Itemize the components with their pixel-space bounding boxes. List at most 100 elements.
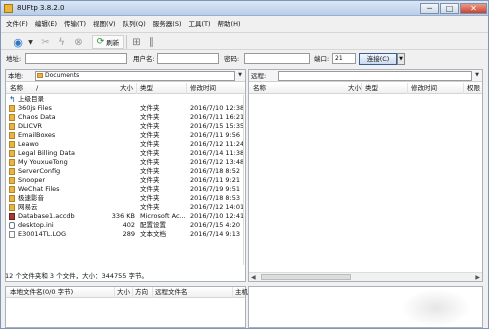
folder-icon — [9, 204, 15, 211]
list-item[interactable]: desktop.ini 402 配置设置 2016/7/15 4:20 — [6, 221, 246, 230]
chevron-down-icon[interactable]: ▼ — [473, 71, 481, 81]
database-file-icon — [9, 213, 15, 220]
col-modified[interactable]: 修改时间 — [411, 84, 437, 93]
column-divider — [186, 83, 187, 94]
local-path-label: 本地: — [8, 72, 24, 80]
connect-button[interactable]: 连接(C) — [359, 53, 397, 65]
refresh-icon: ⟳ — [96, 37, 105, 47]
remote-horizontal-scrollbar[interactable]: ◀ ▶ — [249, 272, 482, 281]
pause-icon[interactable]: ∥ — [147, 35, 156, 49]
close-button[interactable]: ✕ — [460, 3, 487, 14]
menu-queue[interactable]: 队列(Q) — [123, 18, 146, 30]
menu-bar: 文件(F) 编辑(E) 传输(T) 视图(V) 队列(Q) 服务器(S) 工具(… — [1, 18, 241, 30]
list-item[interactable]: 网易云 文件夹 2016/7/12 14:01 — [6, 203, 246, 212]
window-controls: ─ □ ✕ — [420, 3, 487, 14]
refresh-label: 刷新 — [106, 39, 120, 47]
disconnect-icon[interactable]: ✂ — [40, 35, 51, 49]
cancel-icon[interactable]: ⊗ — [73, 35, 84, 49]
list-item[interactable]: WeChat Files 文件夹 2016/7/19 9:51 — [6, 185, 246, 194]
folder-icon — [9, 132, 15, 139]
lightning-icon[interactable]: ϟ — [56, 35, 67, 49]
list-item[interactable]: EmailBoxes 文件夹 2016/7/11 9:56 — [6, 131, 246, 140]
username-input[interactable] — [157, 53, 219, 64]
col-direction[interactable]: 方向 — [135, 288, 148, 297]
folder-icon — [9, 195, 15, 202]
window-title: 8UFtp 3.8.2.0 — [17, 4, 65, 12]
chevron-down-icon[interactable]: ▼ — [236, 71, 244, 81]
queue-column-header: 本地文件名(0/0 字节) 大小 方向 远程文件名 主机 — [6, 287, 248, 298]
local-scrollbar[interactable] — [243, 95, 244, 265]
folder-icon — [9, 168, 15, 175]
col-size[interactable]: 大小 — [120, 84, 133, 93]
column-divider — [361, 83, 362, 94]
remote-file-pane: 远程: ▼ 名称 大小 类型 修改时间 权限 ◀ ▶ — [248, 69, 483, 282]
list-item[interactable]: 极速影音 文件夹 2016/7/18 8:53 — [6, 194, 246, 203]
list-item[interactable]: Leawo 文件夹 2016/7/12 11:24 — [6, 140, 246, 149]
col-remote-file[interactable]: 远程文件名 — [155, 288, 188, 297]
column-divider — [232, 287, 233, 298]
folder-icon — [9, 159, 15, 166]
menu-transfer[interactable]: 传输(T) — [64, 18, 86, 30]
sort-icon: / — [36, 84, 39, 92]
connect-dropdown-icon[interactable]: ▼ — [397, 53, 405, 65]
port-label: 端口: — [314, 55, 330, 63]
folder-icon — [9, 150, 15, 157]
transfer-queue-pane: 本地文件名(0/0 字节) 大小 方向 远程文件名 主机 — [5, 286, 248, 328]
local-path-value: Documents — [45, 72, 80, 79]
col-permissions[interactable]: 权限 — [467, 84, 480, 93]
column-divider — [132, 287, 133, 298]
folder-icon — [37, 73, 43, 78]
port-input[interactable]: 21 — [332, 53, 356, 64]
list-item[interactable]: ServerConfig 文件夹 2016/7/18 8:52 — [6, 167, 246, 176]
column-divider — [407, 83, 408, 94]
column-divider — [114, 287, 115, 298]
list-item[interactable]: Database1.accdb 336 KB Microsoft Ac... 2016… — [6, 212, 246, 221]
col-local-file[interactable]: 本地文件名(0/0 字节) — [10, 288, 73, 297]
list-item[interactable]: Legal Billing Data 文件夹 2016/7/14 11:38 — [6, 149, 246, 158]
app-logo-icon — [4, 4, 13, 13]
menu-view[interactable]: 视图(V) — [93, 18, 116, 30]
folder-icon — [9, 141, 15, 148]
list-item[interactable]: E30014TL.LOG 289 文本文档 2016/7/14 9:13 — [6, 230, 246, 239]
menu-server[interactable]: 服务器(S) — [153, 18, 182, 30]
local-path-select[interactable]: Documents — [35, 71, 235, 81]
folder-icon — [9, 105, 15, 112]
list-item[interactable]: My YouxueTong 文件夹 2016/7/12 13:48 — [6, 158, 246, 167]
filter-icon[interactable]: ⊞ — [131, 35, 142, 49]
connect-globe-icon[interactable]: ◉ — [9, 35, 27, 49]
maximize-button[interactable]: □ — [440, 3, 459, 14]
menu-edit[interactable]: 编辑(E) — [35, 18, 57, 30]
scroll-thumb[interactable] — [261, 274, 351, 280]
menu-file[interactable]: 文件(F) — [6, 18, 28, 30]
col-type[interactable]: 类型 — [365, 84, 378, 93]
col-name[interactable]: 名称 — [10, 84, 23, 93]
remote-path-select[interactable] — [278, 71, 472, 81]
minimize-button[interactable]: ─ — [420, 3, 439, 14]
menu-help[interactable]: 帮助(H) — [218, 18, 241, 30]
column-divider — [152, 287, 153, 298]
list-item[interactable]: Chaos Data 文件夹 2016/7/11 16:21 — [6, 113, 246, 122]
col-queue-size[interactable]: 大小 — [117, 288, 130, 297]
remote-column-header: 名称 大小 类型 修改时间 权限 — [249, 83, 482, 94]
refresh-button[interactable]: ⟳ 刷新 — [92, 35, 124, 49]
col-type[interactable]: 类型 — [140, 84, 153, 93]
app-window: 8UFtp 3.8.2.0 ─ □ ✕ 文件(F) 编辑(E) 传输(T) 视图… — [0, 0, 489, 329]
dropdown-arrow-icon[interactable]: ▼ — [27, 35, 34, 49]
list-item[interactable]: DLICVR 文件夹 2016/7/15 15:35 — [6, 122, 246, 131]
list-item[interactable]: 360js Files 文件夹 2016/7/10 12:38 — [6, 104, 246, 113]
col-host[interactable]: 主机 — [235, 288, 248, 297]
password-input[interactable] — [244, 53, 310, 64]
col-size[interactable]: 大小 — [348, 84, 361, 93]
col-modified[interactable]: 修改时间 — [190, 84, 216, 93]
folder-icon — [9, 186, 15, 193]
list-item[interactable]: ↰ 上级目录 — [6, 95, 246, 104]
menu-tools[interactable]: 工具(T) — [188, 18, 210, 30]
username-label: 用户名: — [133, 55, 155, 63]
col-name[interactable]: 名称 — [253, 84, 266, 93]
column-divider — [136, 83, 137, 94]
scroll-left-icon[interactable]: ◀ — [251, 273, 256, 282]
scroll-right-icon[interactable]: ▶ — [475, 273, 480, 282]
address-input[interactable] — [25, 53, 127, 64]
list-item[interactable]: Snooper 文件夹 2016/7/11 9:21 — [6, 176, 246, 185]
column-divider — [463, 83, 464, 94]
